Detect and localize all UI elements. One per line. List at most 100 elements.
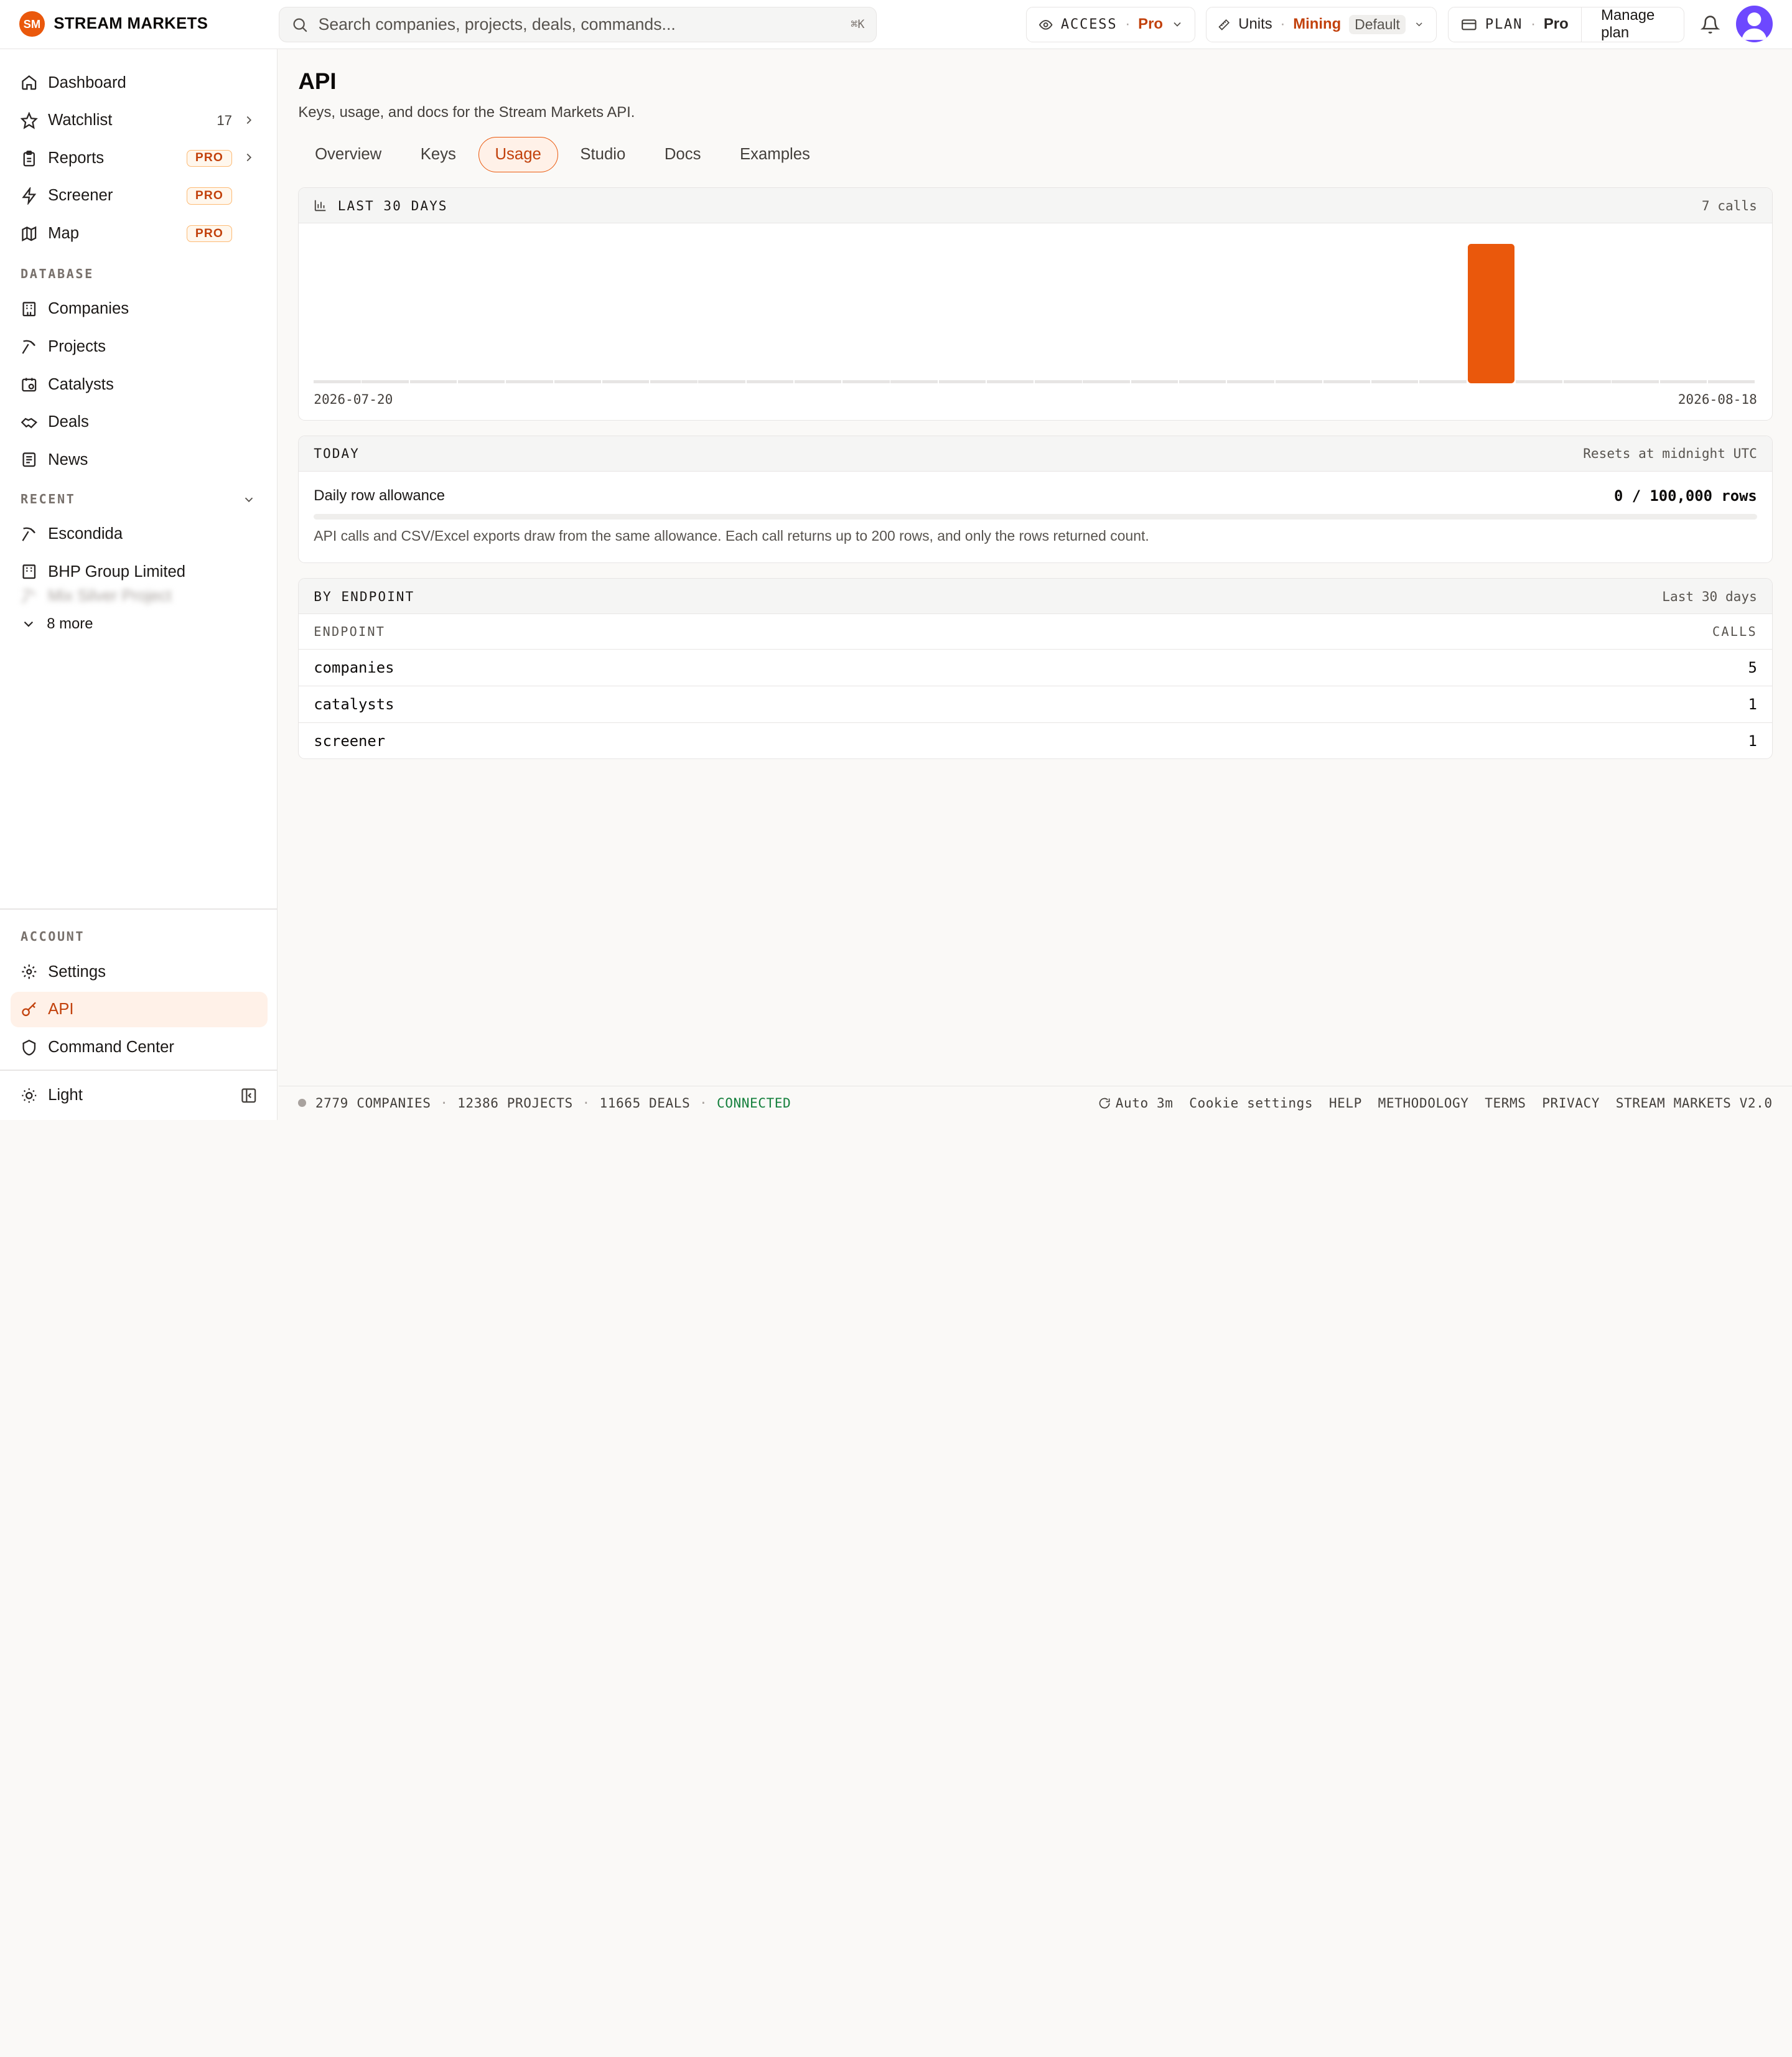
tab-usage[interactable]: Usage xyxy=(478,137,558,173)
chart-bar[interactable] xyxy=(1564,380,1611,384)
footer-link-cookie-settings[interactable]: Cookie settings xyxy=(1189,1095,1313,1111)
chart-bar[interactable] xyxy=(938,380,986,384)
separator-dot: · xyxy=(1531,16,1536,33)
sidebar-item-map[interactable]: Map PRO xyxy=(11,216,268,251)
search-box[interactable]: ⌘K xyxy=(279,7,877,42)
page-subtitle: Keys, usage, and docs for the Stream Mar… xyxy=(298,104,635,121)
sidebar-item-label: Settings xyxy=(48,963,106,981)
units-selector[interactable]: Units · Mining Default xyxy=(1205,7,1437,42)
table-row: catalysts 1 xyxy=(299,686,1772,723)
collapse-sidebar-icon[interactable] xyxy=(240,1087,258,1104)
pickaxe-icon xyxy=(22,527,35,541)
search-input[interactable] xyxy=(318,14,841,34)
table-row: screener 1 xyxy=(299,723,1771,758)
chevron-down-icon[interactable] xyxy=(242,493,256,506)
recent-item-label: Escondida xyxy=(48,525,123,543)
chart-bar[interactable] xyxy=(986,380,1034,384)
chart-bar[interactable] xyxy=(842,380,890,384)
sun-icon xyxy=(22,1088,37,1103)
chart-bar[interactable] xyxy=(409,380,457,384)
auto-refresh[interactable]: Auto 3m xyxy=(1098,1095,1173,1111)
search-shortcut: ⌘K xyxy=(851,17,865,31)
sidebar-item-screener[interactable]: Screener PRO xyxy=(11,179,268,214)
footer-version: STREAM MARKETS V2.0 xyxy=(1615,1095,1773,1111)
brand[interactable]: SM STREAM MARKETS xyxy=(19,11,208,37)
sidebar-item-command-center[interactable]: Command Center xyxy=(11,1030,268,1065)
footer-links: Auto 3m Cookie settings HELP METHODOLOGY… xyxy=(1098,1095,1773,1111)
footer-link-help[interactable]: HELP xyxy=(1329,1095,1362,1111)
sidebar-item-label: Screener xyxy=(48,187,113,205)
recent-item-escondida[interactable]: Escondida xyxy=(11,516,268,552)
avatar[interactable] xyxy=(1735,6,1773,42)
footer-link-terms[interactable]: TERMS xyxy=(1485,1095,1526,1111)
access-value: Pro xyxy=(1138,16,1163,33)
endpoint-calls: 5 xyxy=(1748,659,1757,677)
footer-companies: 2779 COMPANIES xyxy=(315,1095,431,1111)
chart-bar[interactable] xyxy=(1035,380,1082,384)
chart-bar[interactable] xyxy=(1515,380,1563,384)
sidebar-item-dashboard[interactable]: Dashboard xyxy=(11,65,268,101)
chart-bar[interactable] xyxy=(1131,380,1178,384)
recent-item-faded[interactable]: Mix Silver Project xyxy=(11,583,268,610)
chart-bar[interactable] xyxy=(1707,380,1755,384)
chart-bar[interactable] xyxy=(1275,380,1322,384)
sidebar-item-label: News xyxy=(48,450,88,469)
chart-bar[interactable] xyxy=(1467,244,1514,384)
chart-bar[interactable] xyxy=(362,380,409,384)
chevron-right-icon[interactable] xyxy=(242,151,256,164)
sidebar-item-companies[interactable]: Companies xyxy=(11,291,268,327)
separator-dot: · xyxy=(699,1095,708,1111)
chart-bar[interactable] xyxy=(890,380,938,384)
tab-keys[interactable]: Keys xyxy=(404,137,473,172)
chart-bar[interactable] xyxy=(1083,380,1130,384)
manage-plan-button[interactable]: Manage plan xyxy=(1590,7,1684,42)
chart-bar[interactable] xyxy=(458,380,505,384)
sidebar-item-projects[interactable]: Projects xyxy=(11,329,268,365)
chart-bar[interactable] xyxy=(314,380,361,384)
chart-bar[interactable] xyxy=(1419,380,1467,384)
sidebar-item-reports[interactable]: Reports PRO xyxy=(11,141,268,176)
sidebar-item-catalysts[interactable]: Catalysts xyxy=(11,367,268,403)
tab-docs[interactable]: Docs xyxy=(648,137,717,172)
lightning-icon xyxy=(22,187,37,205)
chart-bar[interactable] xyxy=(602,380,650,384)
pro-badge: PRO xyxy=(187,187,232,205)
sidebar-item-watchlist[interactable]: Watchlist 17 xyxy=(11,103,268,138)
chart-bar[interactable] xyxy=(1227,380,1274,384)
tab-studio[interactable]: Studio xyxy=(564,137,642,172)
chart-bar[interactable] xyxy=(698,380,745,384)
top-bar: SM STREAM MARKETS ⌘K ACCESS · Pro Units … xyxy=(0,0,1792,49)
chart-bar[interactable] xyxy=(1659,380,1707,384)
search-icon xyxy=(292,18,307,32)
tab-examples[interactable]: Examples xyxy=(723,137,826,172)
sidebar-item-deals[interactable]: Deals xyxy=(11,404,268,440)
chart-bar[interactable] xyxy=(506,380,553,384)
chart-bar[interactable] xyxy=(554,380,601,384)
chart-bar[interactable] xyxy=(1612,380,1659,384)
bell-icon[interactable] xyxy=(1701,15,1720,34)
theme-toggle[interactable]: Light xyxy=(11,1078,268,1113)
sidebar-item-news[interactable]: News xyxy=(11,442,268,478)
chevron-right-icon[interactable] xyxy=(242,113,256,127)
units-label: Units xyxy=(1238,16,1272,33)
separator-dot: · xyxy=(1280,16,1286,33)
sidebar-item-api[interactable]: API xyxy=(10,992,268,1028)
chart-bar[interactable] xyxy=(1178,380,1226,384)
chart-bar[interactable] xyxy=(1323,380,1371,384)
allowance-progress-bar xyxy=(314,513,1757,520)
footer-link-privacy[interactable]: PRIVACY xyxy=(1542,1095,1600,1111)
chart-bar[interactable] xyxy=(794,380,842,384)
chevron-down-icon xyxy=(1174,22,1181,27)
footer-link-methodology[interactable]: METHODOLOGY xyxy=(1378,1095,1469,1111)
chart-bar[interactable] xyxy=(1371,380,1419,384)
theme-label: Light xyxy=(48,1086,83,1104)
plan-box: PLAN · Pro Manage plan xyxy=(1448,7,1685,42)
chart-bar[interactable] xyxy=(746,380,794,384)
tab-overview[interactable]: Overview xyxy=(298,137,398,172)
sidebar-item-label: Deals xyxy=(48,413,89,431)
show-more-recent[interactable]: 8 more xyxy=(11,608,268,640)
sidebar-item-settings[interactable]: Settings xyxy=(11,954,268,990)
sidebar-divider xyxy=(0,1070,278,1071)
access-selector[interactable]: ACCESS · Pro xyxy=(1026,7,1196,42)
chart-bar[interactable] xyxy=(650,380,698,384)
